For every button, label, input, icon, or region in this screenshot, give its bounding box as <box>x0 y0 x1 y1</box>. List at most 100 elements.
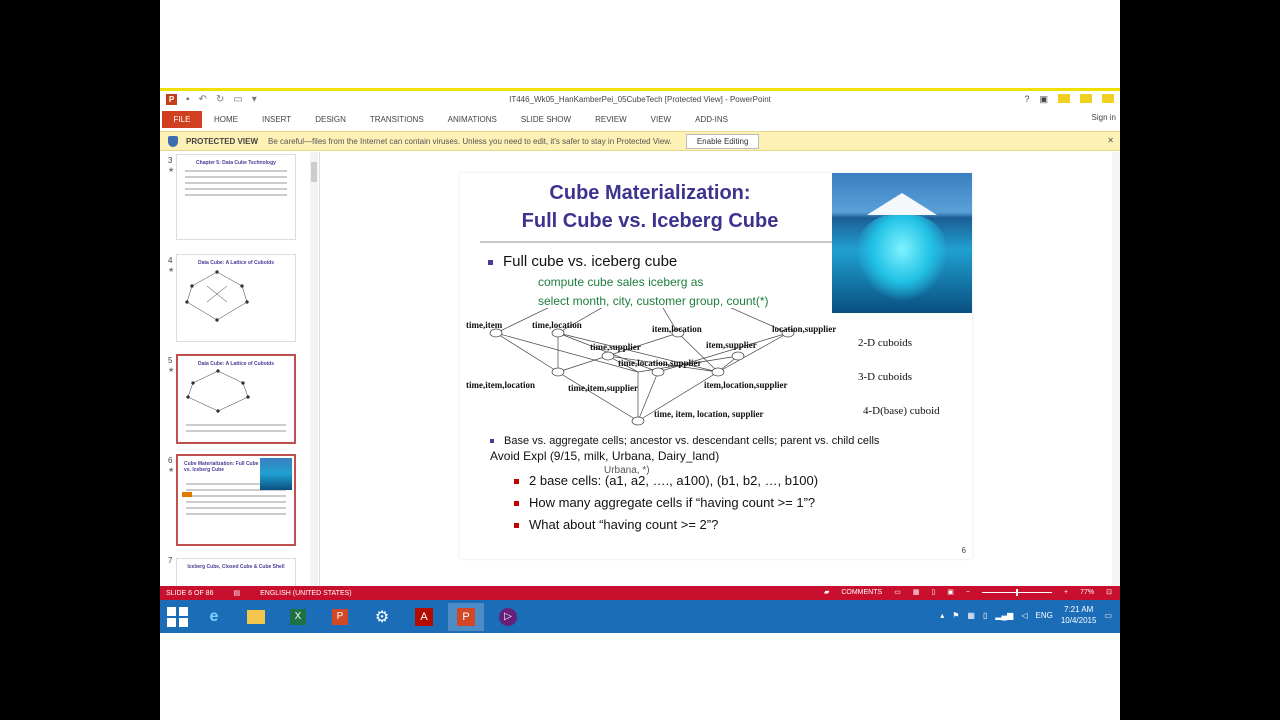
input-language[interactable]: ENG <box>1036 611 1053 620</box>
node-time-location-supplier: time,location,supplier <box>618 358 702 368</box>
slide-page-number: 6 <box>961 546 966 555</box>
powerpoint-app-icon[interactable]: P <box>322 603 358 631</box>
sub-bullet-text: How many aggregate cells if “having coun… <box>529 495 816 510</box>
close-button[interactable] <box>1102 94 1114 103</box>
zoom-level[interactable]: 77% <box>1080 589 1094 596</box>
windows-start-icon[interactable] <box>166 605 190 629</box>
slide-thumbnail-6[interactable]: Cube Materialization: Full Cube vs. Iceb… <box>176 454 296 546</box>
volume-icon[interactable]: ◁ <box>1021 611 1027 620</box>
node-time-item-location: time,item,location <box>466 380 535 390</box>
reading-view-icon[interactable]: ▯ <box>931 588 935 596</box>
normal-view-icon[interactable]: ▭ <box>894 588 901 596</box>
clock[interactable]: 7:21 AM 10/4/2015 <box>1061 604 1097 626</box>
protected-view-message: Be careful—files from the Internet can c… <box>268 136 672 146</box>
help-icon[interactable]: ? <box>1024 94 1029 105</box>
thumb-title: Cube Materialization: Full Cube vs. Iceb… <box>184 461 259 473</box>
tab-review[interactable]: REVIEW <box>583 115 639 124</box>
windows-taskbar: e X P ⚙ A P ▷ ▴ ⚑ ▦ ▯ ▂▄▆ ◁ ENG 7:21 AM … <box>160 600 1120 633</box>
excel-icon[interactable]: X <box>280 603 316 631</box>
slideshow-icon[interactable]: ▣ <box>947 588 954 596</box>
tab-slide-show[interactable]: SLIDE SHOW <box>509 115 583 124</box>
zoom-slider[interactable] <box>982 588 1053 596</box>
slide-canvas: Cube Materialization: Full Cube vs. Iceb… <box>460 173 972 559</box>
slide-thumbnails-pane: 3 ★ Chapter 5: Data Cube Technology 4 ★ … <box>160 152 320 586</box>
action-center-icon[interactable]: ▭ <box>1104 611 1112 620</box>
acrobat-icon[interactable]: A <box>406 603 442 631</box>
node-location-supplier: location,supplier <box>772 324 836 334</box>
clock-date: 10/4/2015 <box>1060 616 1097 625</box>
thumb-star-icon: ★ <box>168 167 175 174</box>
ribbon-tabs: FILE HOME INSERT DESIGN TRANSITIONS ANIM… <box>160 109 1120 129</box>
tray-chevron-icon[interactable]: ▴ <box>940 611 944 620</box>
node-item-location: item,location <box>652 324 702 334</box>
thumb-number: 5 <box>168 356 173 365</box>
thumb-number: 3 <box>168 156 173 165</box>
bullet-base-vs-aggregate: Base vs. aggregate cells; ancestor vs. d… <box>490 435 879 447</box>
thumb-number: 4 <box>168 256 173 265</box>
tab-transitions[interactable]: TRANSITIONS <box>358 115 436 124</box>
powerpoint-active-icon[interactable]: P <box>448 602 484 631</box>
tab-home[interactable]: HOME <box>202 115 250 124</box>
window-controls: ? ▣ <box>1024 94 1114 105</box>
label-2d-cuboids: 2-D cuboids <box>858 337 912 349</box>
zoom-out-icon[interactable]: − <box>966 589 970 596</box>
tab-insert[interactable]: INSERT <box>250 115 303 124</box>
battery-icon[interactable]: ▯ <box>983 611 987 620</box>
tab-view[interactable]: VIEW <box>639 115 683 124</box>
tab-animations[interactable]: ANIMATIONS <box>436 115 509 124</box>
status-bar: SLIDE 6 OF 86 ▤ ENGLISH (UNITED STATES) … <box>160 586 1120 600</box>
visual-studio-icon[interactable]: ▷ <box>490 603 526 631</box>
slide-scrollbar[interactable] <box>1112 152 1120 586</box>
maximize-button[interactable] <box>1080 94 1092 103</box>
node-time-item: time,item <box>466 320 503 330</box>
notes-icon[interactable]: ▤ <box>233 589 240 597</box>
lattice-mini-icon <box>186 369 250 413</box>
signal-icon[interactable]: ▂▄▆ <box>995 611 1013 620</box>
protected-view-label: PROTECTED VIEW <box>186 136 259 146</box>
minimize-button[interactable] <box>1058 94 1070 103</box>
network-tool-icon[interactable]: ⚙ <box>364 603 400 631</box>
label-3d-cuboids: 3-D cuboids <box>858 371 912 383</box>
bullet-text: Full cube vs. iceberg cube <box>503 253 678 270</box>
sign-in-link[interactable]: Sign in <box>1092 113 1116 122</box>
tab-file[interactable]: FILE <box>162 110 202 128</box>
bullet-text: Base vs. aggregate cells; ancestor vs. d… <box>504 435 880 447</box>
thumb-star-icon: ★ <box>168 267 175 274</box>
window-title: IT446_Wk05_HanKamberPei_05CubeTech [Prot… <box>509 95 771 104</box>
ribbon-display-icon[interactable]: ▣ <box>1039 94 1048 105</box>
iceberg-query: compute cube sales iceberg as select mon… <box>538 273 769 311</box>
enable-editing-button[interactable]: Enable Editing <box>685 133 760 149</box>
slide-thumbnail-4[interactable]: Data Cube: A Lattice of Cuboids <box>176 254 296 342</box>
close-icon[interactable]: ✕ <box>1107 136 1114 145</box>
node-item-supplier: item,supplier <box>706 340 757 350</box>
windows-tray-icon[interactable]: ▦ <box>967 611 975 620</box>
fit-to-window-icon[interactable]: ⊡ <box>1106 588 1112 596</box>
clock-time: 7:21 AM <box>1063 605 1094 614</box>
slide-thumbnail-5[interactable]: Data Cube: A Lattice of Cuboids <box>176 354 296 444</box>
comments-button[interactable]: COMMENTS <box>841 589 882 596</box>
slide-sorter-icon[interactable]: ▦ <box>913 588 920 596</box>
sub-bullet-count-1: How many aggregate cells if “having coun… <box>514 495 815 510</box>
iceberg-thumb-image <box>260 458 292 490</box>
sub-bullet-text: 2 base cells: (a1, a2, …., a100), (b1, b… <box>529 473 819 488</box>
node-item-location-supplier: item,location,supplier <box>704 380 788 390</box>
status-right: ▰ COMMENTS ▭ ▦ ▯ ▣ − + 77% ⊡ <box>824 588 1112 596</box>
slide-thumbnail-3[interactable]: Chapter 5: Data Cube Technology <box>176 154 296 240</box>
overlapping-text: Avoid Expl (9/15, milk, Urbana, Dairy_la… <box>490 449 720 463</box>
slide-thumbnail-7[interactable]: Iceberg Cube, Closed Cube & Cube Shell <box>176 558 296 586</box>
thumbnail-scrollbar[interactable] <box>310 152 318 586</box>
sub-bullet-count-2: What about “having count >= 2”? <box>514 517 718 532</box>
node-time-location: time,location <box>532 320 582 330</box>
internet-explorer-icon[interactable]: e <box>196 603 232 631</box>
language-indicator[interactable]: ENGLISH (UNITED STATES) <box>260 590 352 597</box>
tab-design[interactable]: DESIGN <box>303 115 358 124</box>
slide-counter: SLIDE 6 OF 86 <box>166 589 214 597</box>
comments-icon[interactable]: ▰ <box>824 588 829 596</box>
node-time-item-supplier: time,item,supplier <box>568 383 638 393</box>
file-explorer-icon[interactable] <box>238 603 274 631</box>
title-divider <box>480 241 832 243</box>
tab-add-ins[interactable]: ADD-INS <box>683 115 740 124</box>
zoom-in-icon[interactable]: + <box>1064 589 1068 596</box>
flag-icon[interactable]: ⚑ <box>952 611 959 620</box>
thumb-title: Chapter 5: Data Cube Technology <box>196 160 276 166</box>
